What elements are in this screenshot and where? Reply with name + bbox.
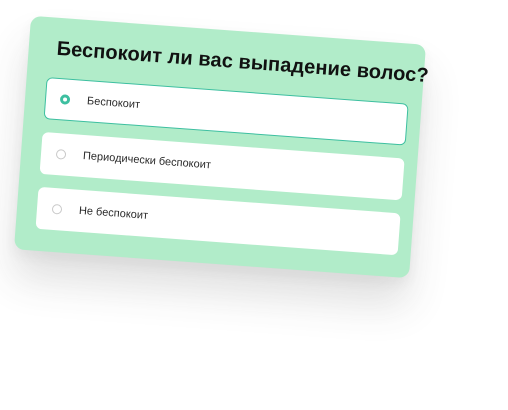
question-title: Беспокоит ли вас выпадение волос? <box>55 37 430 88</box>
radio-unchecked-icon[interactable] <box>51 203 63 215</box>
options-list: Беспокоит Периодически беспокоит Не бесп… <box>35 77 409 256</box>
stage: Беспокоит ли вас выпадение волос? Беспок… <box>0 0 508 410</box>
radio-unchecked-icon[interactable] <box>55 149 67 160</box>
option-label: Периодически беспокоит <box>82 150 212 172</box>
option-ne-bespokoit[interactable]: Не беспокоит <box>35 186 401 256</box>
option-label: Не беспокоит <box>78 204 149 222</box>
option-label: Беспокоит <box>86 95 141 112</box>
survey-card: Беспокоит ли вас выпадение волос? Беспок… <box>13 15 430 279</box>
radio-checked-icon[interactable] <box>59 94 71 105</box>
